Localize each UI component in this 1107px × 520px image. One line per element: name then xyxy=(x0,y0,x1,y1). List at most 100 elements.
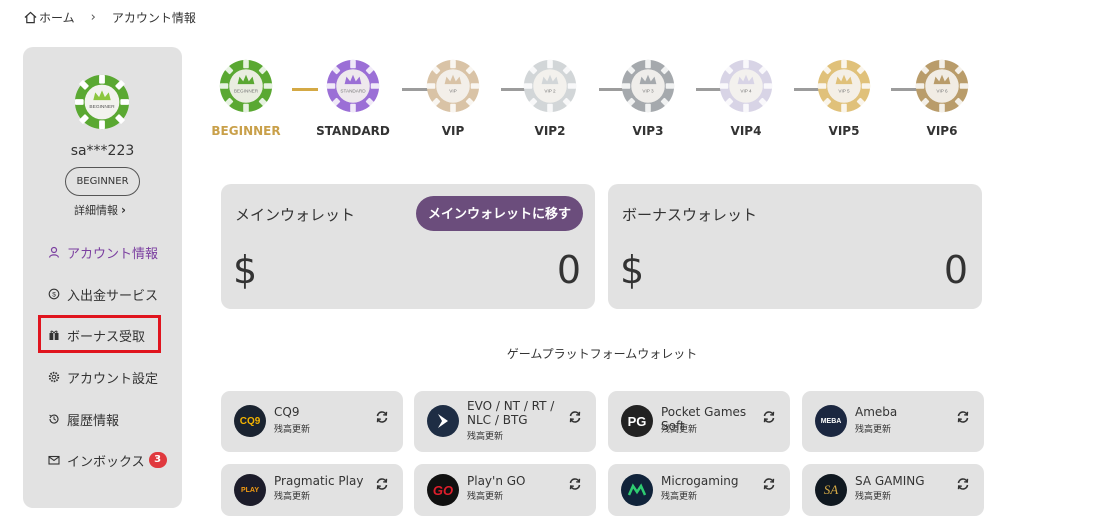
sidebar-item-inbox[interactable]: インボックス 3 xyxy=(48,450,167,470)
platform-wallet-card: PG Pocket Games Soft 残高更新 xyxy=(608,391,790,452)
platform-name: Ameba xyxy=(855,405,898,419)
sidebar-item-label: 入出金サービス xyxy=(67,288,159,304)
user-icon xyxy=(48,246,60,258)
platform-balance-status: 残高更新 xyxy=(274,492,311,502)
vip-tier-standard: STANDARD STANDARD xyxy=(313,58,393,138)
platform-wallet-card: MEBA Ameba 残高更新 xyxy=(802,391,984,452)
vip-tier-vip: VIP VIP xyxy=(413,58,493,138)
platform-balance-status: 残高更新 xyxy=(855,492,892,502)
breadcrumb-current: アカウント情報 xyxy=(111,11,196,25)
bonus-wallet-currency: $ xyxy=(620,248,645,292)
inbox-count-badge: 3 xyxy=(148,452,167,468)
bonus-wallet-title: ボーナスウォレット xyxy=(622,206,758,224)
history-icon xyxy=(49,414,59,424)
refresh-icon[interactable] xyxy=(375,410,389,424)
svg-text:VIP 2: VIP 2 xyxy=(544,89,556,94)
chevron-right-icon: › xyxy=(90,10,96,25)
platform-wallet-card: CQ9 CQ9 残高更新 xyxy=(221,391,403,452)
platform-name: SA GAMING xyxy=(855,474,925,488)
sidebar-item-history[interactable]: 履歴情報 xyxy=(48,409,119,429)
main-wallet-amount: 0 xyxy=(556,248,581,292)
vip-chip-icon: VIP 2 xyxy=(523,59,577,113)
vip-chip-icon: VIP 4 xyxy=(719,59,773,113)
breadcrumb-home[interactable]: ホーム xyxy=(39,9,75,26)
platform-wallet-card: GO Play'n GO 残高更新 xyxy=(414,464,596,516)
platform-balance-status: 残高更新 xyxy=(661,425,698,435)
platform-wallet-card: PLAY Pragmatic Play 残高更新 xyxy=(221,464,403,516)
vip-tier-label: STANDARD xyxy=(316,124,390,138)
vip-tier-label: VIP6 xyxy=(926,124,958,138)
breadcrumb: ホーム › アカウント情報 xyxy=(24,9,196,26)
highlight-box xyxy=(38,315,161,353)
vip-tier-vip6: VIP 6 VIP6 xyxy=(902,58,982,138)
sidebar-item-label: アカウント設定 xyxy=(67,371,159,387)
refresh-icon[interactable] xyxy=(762,477,776,491)
refresh-icon[interactable] xyxy=(568,477,582,491)
sidebar-item-deposit-withdraw[interactable]: $ 入出金サービス xyxy=(48,284,158,304)
svg-text:$: $ xyxy=(52,292,56,299)
platform-name: EVO / NT / RT / NLC / BTG xyxy=(467,399,555,427)
platform-balance-status: 残高更新 xyxy=(467,432,504,442)
sidebar: BEGINNER sa***223 BEGINNER 詳細情報 › アカウント情… xyxy=(23,47,182,508)
platform-wallet-card: SA SA GAMING 残高更新 xyxy=(802,464,984,516)
main-wallet-title: メインウォレット xyxy=(235,206,356,224)
sidebar-item-account-info[interactable]: アカウント情報 xyxy=(48,242,158,262)
platform-logo xyxy=(621,474,653,506)
vip-tier-label: VIP5 xyxy=(828,124,860,138)
vip-tier-label: VIP2 xyxy=(534,124,566,138)
sidebar-item-account-settings[interactable]: アカウント設定 xyxy=(48,367,158,387)
platform-logo: CQ9 xyxy=(234,405,266,437)
platform-logo: PG xyxy=(621,405,653,437)
detail-link[interactable]: 詳細情報 › xyxy=(74,202,126,218)
transfer-to-main-wallet-button[interactable]: メインウォレットに移す xyxy=(415,196,583,231)
vip-tier-vip4: VIP 4 VIP4 xyxy=(706,58,786,138)
vip-tier-vip2: VIP 2 VIP2 xyxy=(510,58,590,138)
svg-text:STANDARD: STANDARD xyxy=(340,89,366,94)
platform-logo xyxy=(427,405,459,437)
vip-tier-label: VIP4 xyxy=(730,124,762,138)
level-badge: BEGINNER xyxy=(65,167,140,196)
chevron-right-icon: › xyxy=(121,203,126,217)
platform-wallet-card: Microgaming 残高更新 xyxy=(608,464,790,516)
sidebar-item-label: インボックス xyxy=(67,454,145,470)
vip-chip-icon: VIP 3 xyxy=(621,59,675,113)
home-icon[interactable] xyxy=(24,11,37,24)
mail-icon xyxy=(48,455,60,465)
platform-logo: GO xyxy=(427,474,459,506)
platform-logo: SA xyxy=(815,474,847,506)
vip-tier-vip3: VIP 3 VIP3 xyxy=(608,58,688,138)
vip-tier-label: VIP xyxy=(441,124,465,138)
svg-text:BEGINNER: BEGINNER xyxy=(234,89,259,94)
platform-balance-status: 残高更新 xyxy=(467,492,504,502)
refresh-icon[interactable] xyxy=(956,410,970,424)
platform-balance-status: 残高更新 xyxy=(274,425,311,435)
avatar: BEGINNER xyxy=(74,74,130,130)
bonus-wallet-card: ボーナスウォレット $ 0 xyxy=(608,184,982,309)
main-wallet-currency: $ xyxy=(233,248,258,292)
bonus-wallet-amount: 0 xyxy=(943,248,968,292)
platform-logo: MEBA xyxy=(815,405,847,437)
username: sa***223 xyxy=(70,143,135,159)
detail-link-label: 詳細情報 xyxy=(74,204,118,217)
sidebar-item-label: アカウント情報 xyxy=(67,246,159,262)
refresh-icon[interactable] xyxy=(375,477,389,491)
main-wallet-card: メインウォレット メインウォレットに移す $ 0 xyxy=(221,184,595,309)
vip-chip-icon: VIP 5 xyxy=(817,59,871,113)
svg-text:VIP 3: VIP 3 xyxy=(642,89,654,94)
gear-icon xyxy=(48,371,60,383)
refresh-icon[interactable] xyxy=(568,410,582,424)
platform-name: Play'n GO xyxy=(467,474,526,488)
coin-icon: $ xyxy=(48,288,60,300)
platform-wallet-title: ゲームプラットフォームウォレット xyxy=(506,347,698,361)
platform-balance-status: 残高更新 xyxy=(661,492,698,502)
refresh-icon[interactable] xyxy=(762,410,776,424)
platform-name: Pragmatic Play xyxy=(274,474,364,488)
svg-text:VIP 6: VIP 6 xyxy=(936,89,948,94)
vip-chip-icon: BEGINNER xyxy=(219,59,273,113)
refresh-icon[interactable] xyxy=(956,477,970,491)
vip-tier-vip5: VIP 5 VIP5 xyxy=(804,58,884,138)
vip-tier-label: VIP3 xyxy=(632,124,664,138)
platform-name: CQ9 xyxy=(274,405,300,419)
vip-chip-icon: VIP xyxy=(426,59,480,113)
platform-wallet-card: EVO / NT / RT / NLC / BTG 残高更新 xyxy=(414,391,596,452)
